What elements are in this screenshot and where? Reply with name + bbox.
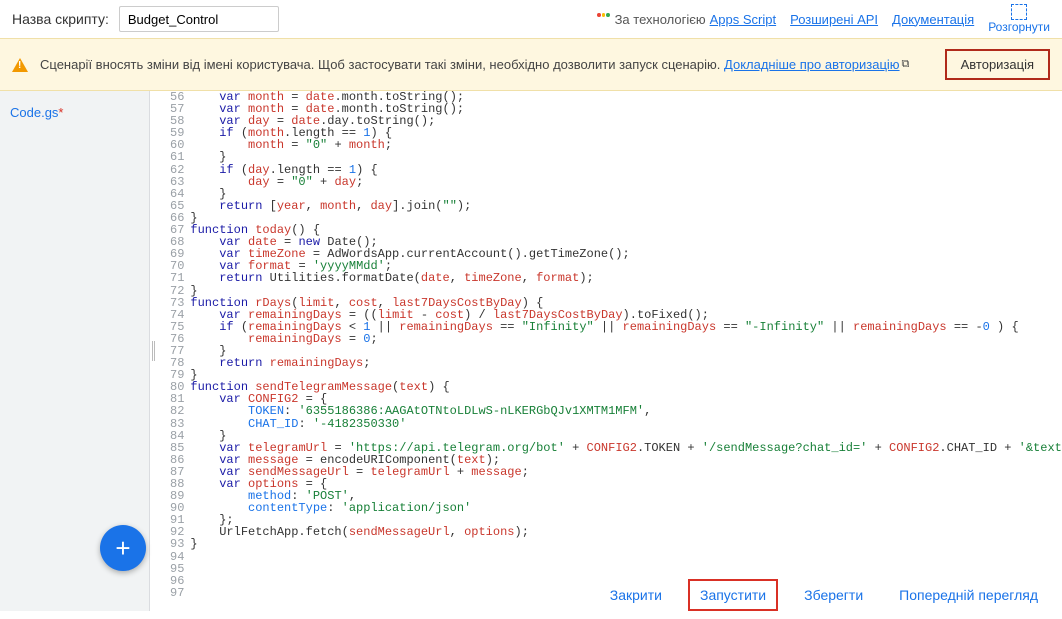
run-button[interactable]: Запустити [688,579,778,611]
header-bar: Назва скрипту: За технологією Apps Scrip… [0,0,1062,38]
warning-icon [12,58,28,72]
add-fab-button[interactable]: + [100,525,146,571]
expand-icon [1011,4,1027,20]
apps-script-link[interactable]: Apps Script [710,12,776,27]
apps-script-icon [597,12,611,26]
documentation-link[interactable]: Документація [892,12,974,27]
main-area: Code.gs* 5657585960616263646566676869707… [0,91,1062,611]
code-editor[interactable]: 5657585960616263646566676869707172737475… [156,91,1062,611]
powered-by-label: За технологією Apps Script [597,12,777,27]
splitter-handle-icon [152,341,155,361]
script-name-input[interactable] [119,6,279,32]
script-name-label: Назва скрипту: [12,11,109,27]
save-button[interactable]: Зберегти [794,581,873,609]
authorization-warning-bar: Сценарії вносять зміни від імені користу… [0,38,1062,91]
file-code-gs[interactable]: Code.gs* [0,99,149,126]
preview-button[interactable]: Попередній перегляд [889,581,1048,609]
advanced-api-link[interactable]: Розширені API [790,12,878,27]
line-number-gutter: 5657585960616263646566676869707172737475… [156,91,190,599]
authorization-info-link[interactable]: Докладніше про авторизацію [724,57,900,72]
warning-text: Сценарії вносять зміни від імені користу… [40,57,720,72]
footer-actions: Закрити Запустити Зберегти Попередній пе… [586,571,1062,619]
close-button[interactable]: Закрити [600,581,672,609]
code-content[interactable]: var month = date.month.toString(); var m… [190,91,1062,599]
expand-button[interactable]: Розгорнути [988,4,1050,34]
external-link-icon: ⧉ [902,58,910,71]
authorize-button[interactable]: Авторизація [945,49,1050,80]
